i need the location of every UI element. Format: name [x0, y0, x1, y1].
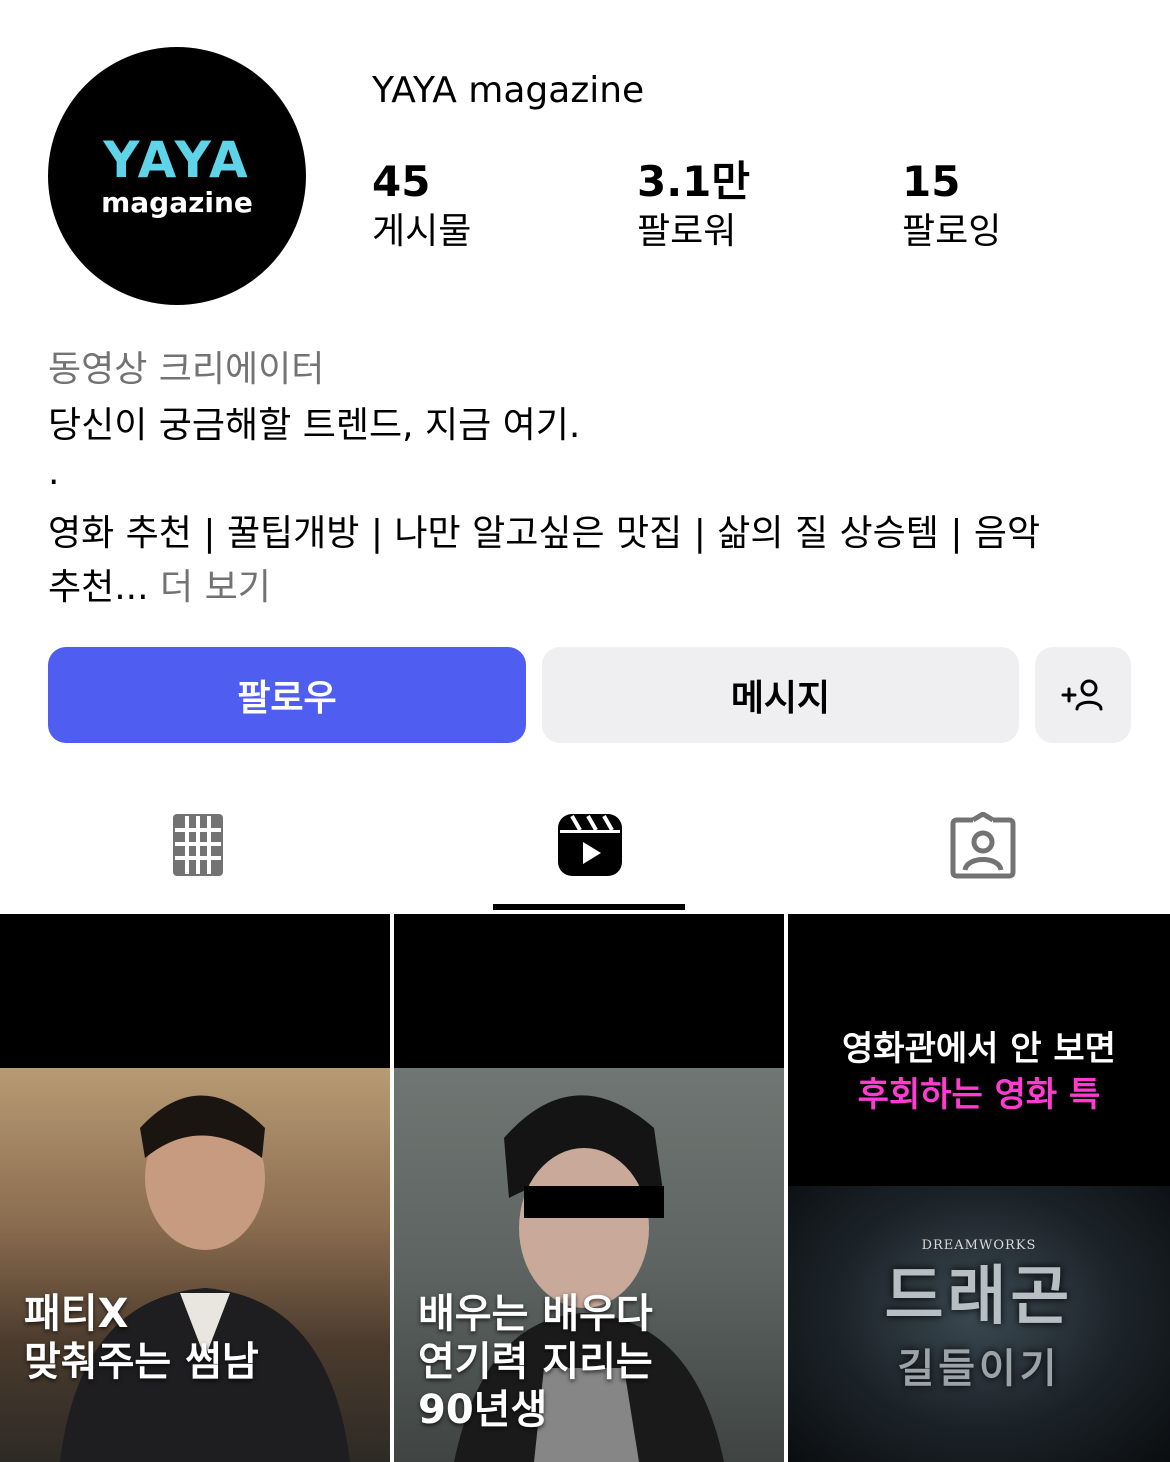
- reel-1-caption-line-2: 맞춰주는 썸남: [24, 1339, 259, 1385]
- message-button[interactable]: 메시지: [542, 647, 1019, 743]
- stat-followers-value: 3.1만: [637, 157, 751, 206]
- stat-posts-value: 45: [372, 157, 431, 206]
- grid-icon: [173, 814, 223, 876]
- profile-avatar[interactable]: YAYA magazine: [48, 47, 306, 305]
- person-add-icon: [1061, 679, 1103, 711]
- avatar-logo-top: YAYA: [103, 131, 251, 189]
- tab-posts[interactable]: [171, 812, 225, 882]
- reel-3-header: 영화관에서 안 보면 후회하는 영화 특: [788, 1026, 1170, 1118]
- reel-2-caption-line-3: 90년생: [418, 1387, 548, 1433]
- stat-following-value: 15: [902, 157, 961, 206]
- stat-following[interactable]: 15 팔로잉: [902, 158, 1001, 254]
- stat-followers[interactable]: 3.1만 팔로워: [637, 158, 750, 254]
- reel-3-brand: DREAMWORKS: [921, 1238, 1037, 1253]
- person-silhouette-1: [60, 1095, 350, 1462]
- bio-line-4-wrap: 추천... 더 보기: [48, 558, 271, 610]
- tab-tagged[interactable]: [949, 811, 1017, 884]
- bio-line-1: 당신이 궁금해할 트렌드, 지금 여기.: [48, 405, 581, 446]
- reel-3-title-line-2: 길들이기: [897, 1346, 1061, 1392]
- reel-tile-1[interactable]: 패티X 맞춰주는 썸남: [0, 914, 390, 1462]
- stat-followers-label: 팔로워: [637, 211, 737, 252]
- profile-username: YAYA magazine: [372, 70, 645, 111]
- bio-more-link[interactable]: 더 보기: [160, 567, 271, 608]
- reel-3-header-line-2: 후회하는 영화 특: [857, 1075, 1101, 1115]
- bio-line-3: 영화 추천 | 꿀팁개방 | 나만 알고싶은 맛집 | 삶의 질 상승템 | 음…: [48, 513, 1041, 554]
- reel-tile-2[interactable]: 배우는 배우다 연기력 지리는 90년생: [394, 914, 784, 1462]
- bio-line-4: 추천...: [48, 567, 149, 608]
- avatar-logo-bottom: magazine: [101, 186, 253, 219]
- suggest-people-button[interactable]: [1035, 647, 1131, 743]
- stat-posts[interactable]: 45 게시물: [372, 158, 471, 254]
- stat-following-label: 팔로잉: [902, 211, 1002, 252]
- bio-category: 동영상 크리에이터: [48, 349, 325, 390]
- reel-thumbnail-3: DREAMWORKS 드래곤 길들이기: [788, 1186, 1170, 1462]
- reel-1-caption: 패티X 맞춰주는 썸남: [24, 1290, 259, 1386]
- reel-2-caption-line-2: 연기력 지리는: [418, 1339, 653, 1385]
- reel-2-caption: 배우는 배우다 연기력 지리는 90년생: [418, 1290, 653, 1434]
- tab-reels[interactable]: [556, 812, 624, 882]
- reels-icon: [558, 814, 622, 876]
- reel-3-title-line-1: 드래곤: [884, 1260, 1074, 1334]
- tagged-icon: [950, 811, 1016, 879]
- active-tab-indicator: [493, 904, 685, 910]
- reel-tile-3[interactable]: 영화관에서 안 보면 후회하는 영화 특 DREAMWORKS 드래곤 길들이기: [788, 914, 1170, 1462]
- bio-line-2: .: [48, 452, 60, 493]
- reel-1-caption-line-1: 패티X: [24, 1291, 129, 1337]
- reel-thumbnail-1: [0, 1068, 390, 1462]
- stat-posts-label: 게시물: [372, 211, 472, 252]
- reel-2-caption-line-1: 배우는 배우다: [418, 1291, 653, 1337]
- follow-button[interactable]: 팔로우: [48, 647, 526, 743]
- reel-3-header-line-1: 영화관에서 안 보면: [842, 1029, 1116, 1069]
